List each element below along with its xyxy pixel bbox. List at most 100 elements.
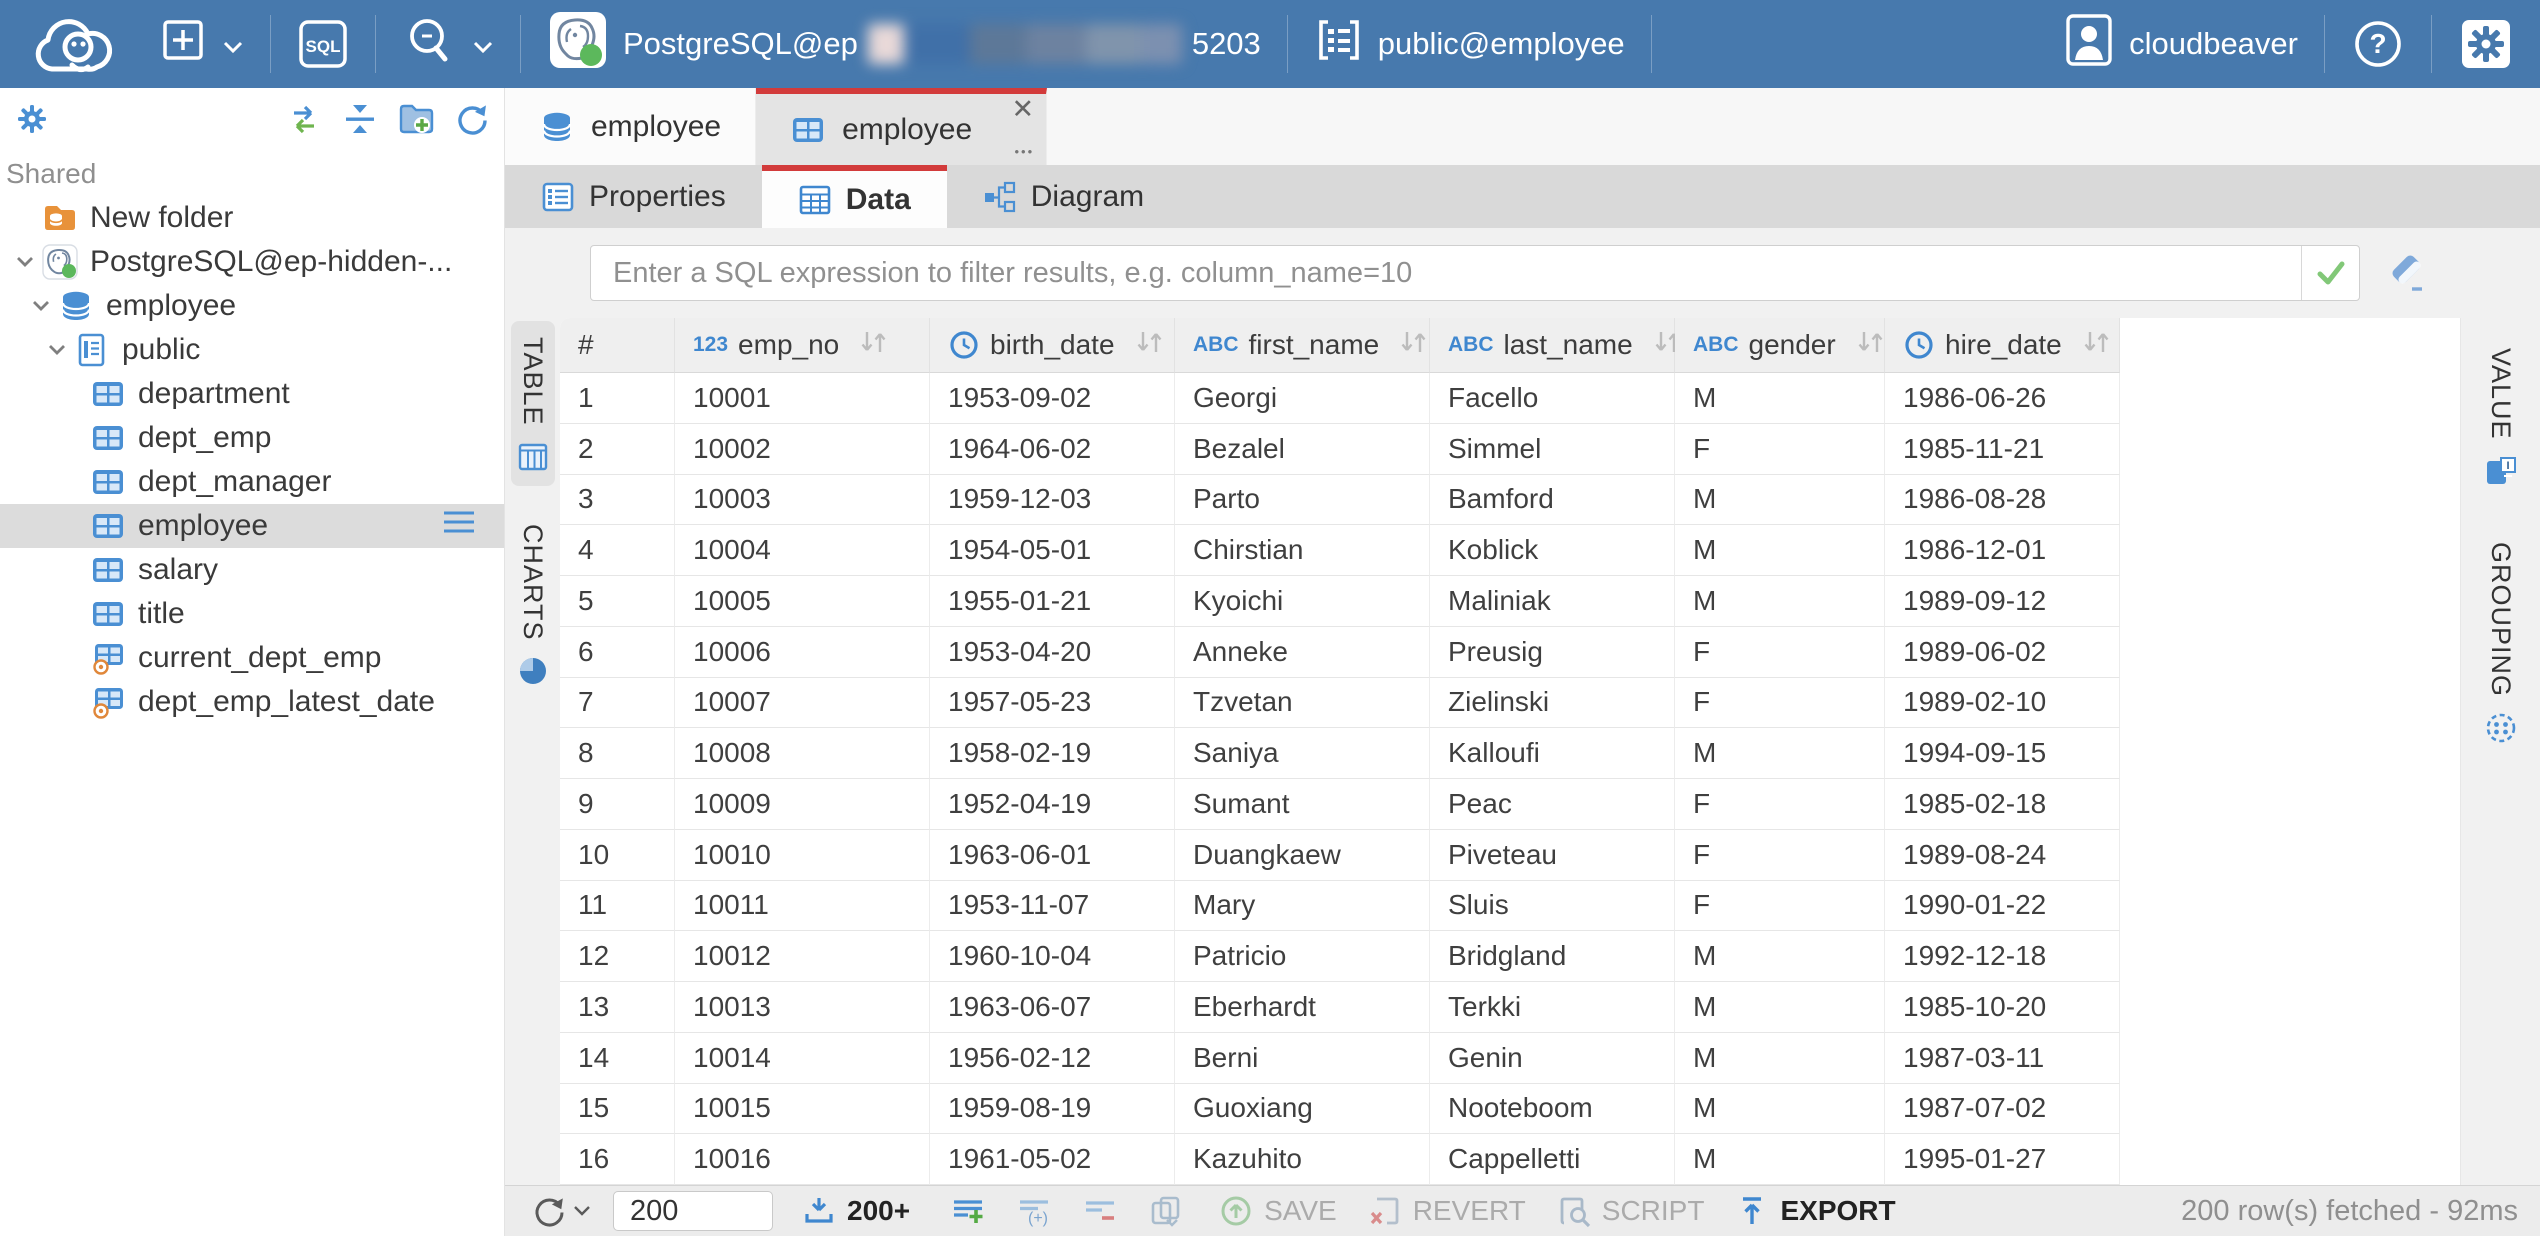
cell-first_name[interactable]: Bezalel xyxy=(1175,424,1430,475)
cell-birth_date[interactable]: 1952-04-19 xyxy=(930,779,1175,830)
column-header-first_name[interactable]: ABCfirst_name xyxy=(1175,318,1430,373)
cell-first_name[interactable]: Anneke xyxy=(1175,627,1430,678)
apply-filter-button[interactable] xyxy=(2301,246,2359,300)
cell-first_name[interactable]: Parto xyxy=(1175,475,1430,526)
column-header-gender[interactable]: ABCgender xyxy=(1675,318,1885,373)
cell-gender[interactable]: F xyxy=(1675,779,1885,830)
cell-birth_date[interactable]: 1953-11-07 xyxy=(930,881,1175,932)
help-button[interactable]: ? xyxy=(2331,0,2425,88)
sort-arrows-icon[interactable] xyxy=(2080,327,2112,364)
cell-gender[interactable]: M xyxy=(1675,373,1885,424)
tab-employee-database[interactable]: employee xyxy=(505,88,756,165)
cell-first_name[interactable]: Saniya xyxy=(1175,728,1430,779)
cell-last_name[interactable]: Nooteboom xyxy=(1430,1084,1675,1135)
row-number-cell[interactable]: 2 xyxy=(560,424,675,475)
cell-gender[interactable]: F xyxy=(1675,678,1885,729)
cell-hire_date[interactable]: 1986-06-26 xyxy=(1885,373,2120,424)
tree-item-menu-icon[interactable] xyxy=(442,509,476,543)
tab-diagram[interactable]: Diagram xyxy=(947,165,1180,228)
tree-item-department[interactable]: department xyxy=(0,372,504,416)
cell-emp_no[interactable]: 10014 xyxy=(675,1033,930,1084)
settings-button[interactable] xyxy=(2438,0,2540,88)
cell-emp_no[interactable]: 10008 xyxy=(675,728,930,779)
cell-first_name[interactable]: Sumant xyxy=(1175,779,1430,830)
schema-selector[interactable]: public@employee xyxy=(1294,0,1645,88)
sort-arrows-icon[interactable] xyxy=(1133,327,1165,364)
cell-emp_no[interactable]: 10013 xyxy=(675,982,930,1033)
presentation-tab-table[interactable]: TABLE xyxy=(511,321,555,486)
cell-birth_date[interactable]: 1964-06-02 xyxy=(930,424,1175,475)
cell-last_name[interactable]: Kalloufi xyxy=(1430,728,1675,779)
export-button[interactable]: EXPORT xyxy=(1734,1193,1895,1229)
cell-emp_no[interactable]: 10016 xyxy=(675,1134,930,1185)
cell-gender[interactable]: F xyxy=(1675,881,1885,932)
collapse-all-icon[interactable] xyxy=(342,101,378,137)
cell-hire_date[interactable]: 1990-01-22 xyxy=(1885,881,2120,932)
tree-item-title[interactable]: title xyxy=(0,592,504,636)
cell-last_name[interactable]: Piveteau xyxy=(1430,830,1675,881)
connection-selector[interactable]: PostgreSQL@ep5203 xyxy=(527,0,1281,88)
cell-emp_no[interactable]: 10011 xyxy=(675,881,930,932)
user-menu-button[interactable]: cloudbeaver xyxy=(2043,0,2318,88)
cell-last_name[interactable]: Bridgland xyxy=(1430,931,1675,982)
tab-employee-table[interactable]: employee ✕ ••• xyxy=(756,88,1047,165)
row-number-cell[interactable]: 3 xyxy=(560,475,675,526)
new-folder-icon[interactable] xyxy=(398,101,434,137)
cell-birth_date[interactable]: 1963-06-07 xyxy=(930,982,1175,1033)
cell-gender[interactable]: M xyxy=(1675,576,1885,627)
tree-item-public[interactable]: public xyxy=(0,328,504,372)
cell-emp_no[interactable]: 10007 xyxy=(675,678,930,729)
cell-first_name[interactable]: Kazuhito xyxy=(1175,1134,1430,1185)
cell-first_name[interactable]: Tzvetan xyxy=(1175,678,1430,729)
cell-birth_date[interactable]: 1961-05-02 xyxy=(930,1134,1175,1185)
tree-item-dept-emp[interactable]: dept_emp xyxy=(0,416,504,460)
tree-item-new-folder[interactable]: New folder xyxy=(0,196,504,240)
cell-gender[interactable]: M xyxy=(1675,525,1885,576)
tree-item-dept-emp-latest-date[interactable]: dept_emp_latest_date xyxy=(0,680,504,724)
delete-row-button[interactable] xyxy=(1082,1193,1118,1229)
tree-item-current-dept-emp[interactable]: current_dept_emp xyxy=(0,636,504,680)
cell-emp_no[interactable]: 10002 xyxy=(675,424,930,475)
duplicate-button-disabled[interactable] xyxy=(1148,1193,1184,1229)
script-button[interactable]: SCRIPT xyxy=(1556,1193,1705,1229)
add-row-button[interactable] xyxy=(950,1193,986,1229)
cell-hire_date[interactable]: 1989-08-24 xyxy=(1885,830,2120,881)
save-button[interactable]: SAVE xyxy=(1218,1193,1337,1229)
cell-last_name[interactable]: Terkki xyxy=(1430,982,1675,1033)
cell-hire_date[interactable]: 1995-01-27 xyxy=(1885,1134,2120,1185)
cell-first_name[interactable]: Duangkaew xyxy=(1175,830,1430,881)
cell-hire_date[interactable]: 1985-11-21 xyxy=(1885,424,2120,475)
cell-first_name[interactable]: Patricio xyxy=(1175,931,1430,982)
cell-first_name[interactable]: Eberhardt xyxy=(1175,982,1430,1033)
column-header-last_name[interactable]: ABClast_name xyxy=(1430,318,1675,373)
cell-birth_date[interactable]: 1954-05-01 xyxy=(930,525,1175,576)
cell-birth_date[interactable]: 1959-12-03 xyxy=(930,475,1175,526)
cell-last_name[interactable]: Genin xyxy=(1430,1033,1675,1084)
cell-last_name[interactable]: Maliniak xyxy=(1430,576,1675,627)
cell-gender[interactable]: M xyxy=(1675,728,1885,779)
row-number-cell[interactable]: 14 xyxy=(560,1033,675,1084)
row-number-cell[interactable]: 7 xyxy=(560,678,675,729)
row-number-cell[interactable]: 13 xyxy=(560,982,675,1033)
cell-first_name[interactable]: Berni xyxy=(1175,1033,1430,1084)
sort-arrows-icon[interactable] xyxy=(1397,327,1429,364)
cell-hire_date[interactable]: 1989-09-12 xyxy=(1885,576,2120,627)
refresh-results-button[interactable] xyxy=(531,1193,591,1229)
sql-editor-button[interactable]: SQL xyxy=(277,0,369,88)
cell-hire_date[interactable]: 1986-12-01 xyxy=(1885,525,2120,576)
cell-birth_date[interactable]: 1963-06-01 xyxy=(930,830,1175,881)
cell-last_name[interactable]: Cappelletti xyxy=(1430,1134,1675,1185)
cell-birth_date[interactable]: 1956-02-12 xyxy=(930,1033,1175,1084)
cell-emp_no[interactable]: 10015 xyxy=(675,1084,930,1135)
tree-expand-chevron-icon[interactable] xyxy=(24,289,58,323)
cell-hire_date[interactable]: 1989-06-02 xyxy=(1885,627,2120,678)
cell-gender[interactable]: M xyxy=(1675,1084,1885,1135)
cell-emp_no[interactable]: 10012 xyxy=(675,931,930,982)
cell-last_name[interactable]: Simmel xyxy=(1430,424,1675,475)
cell-hire_date[interactable]: 1992-12-18 xyxy=(1885,931,2120,982)
clear-filter-eraser-icon[interactable] xyxy=(2386,251,2430,295)
row-number-cell[interactable]: 16 xyxy=(560,1134,675,1185)
cell-emp_no[interactable]: 10010 xyxy=(675,830,930,881)
fetch-more-button[interactable]: 200+ xyxy=(801,1193,910,1229)
cell-last_name[interactable]: Zielinski xyxy=(1430,678,1675,729)
